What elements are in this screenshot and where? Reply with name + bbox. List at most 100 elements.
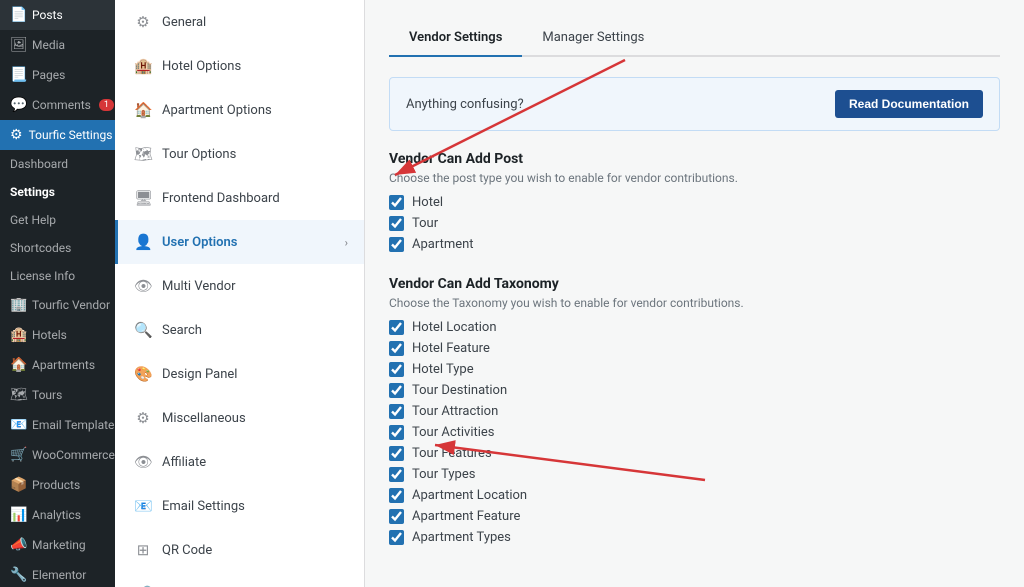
menu-icon: 🖥 [134,189,152,207]
taxonomy-checkbox[interactable] [389,362,404,377]
menu-label: User Options [162,235,237,250]
settings-menu: ⚙General🏨Hotel Options🏠Apartment Options… [115,0,365,587]
menu-label: General [162,15,206,30]
taxonomy-checkbox[interactable] [389,425,404,440]
sidebar-item-settings[interactable]: Settings [0,178,115,206]
menu-icon: 🗺 [134,145,152,163]
menu-item-design-panel[interactable]: 🎨Design Panel [115,352,364,396]
menu-item-affiliate[interactable]: 👁Affiliate [115,440,364,484]
menu-icon: 🎨 [134,365,152,383]
taxonomy-checkbox-item: Apartment Types [389,530,1000,545]
sidebar-label: Settings [10,185,55,199]
sidebar-item-email-templates[interactable]: 📧Email Templates [0,410,115,440]
post-checkbox-label[interactable]: Apartment [412,237,474,252]
tab-vendor-settings[interactable]: Vendor Settings [389,20,522,57]
sidebar-label: Marketing [32,538,86,552]
taxonomy-checkbox-label[interactable]: Tour Activities [412,425,495,440]
taxonomy-checkbox-label[interactable]: Tour Features [412,446,492,461]
menu-item-user-options[interactable]: 👤User Options› [115,220,364,264]
sidebar-item-tours[interactable]: 🗺Tours [0,380,115,410]
taxonomy-checkbox-label[interactable]: Hotel Type [412,362,474,377]
sidebar-label: Tourfic Settings [29,128,113,142]
sidebar-item-apartments[interactable]: 🏠Apartments [0,350,115,380]
vendor-add-taxonomy-desc: Choose the Taxonomy you wish to enable f… [389,296,1000,310]
tab-manager-settings[interactable]: Manager Settings [522,20,664,57]
post-checkbox[interactable] [389,237,404,252]
menu-icon: ⊞ [134,541,152,559]
sidebar-item-comments[interactable]: 💬Comments1 [0,90,115,120]
taxonomy-checkbox-label[interactable]: Hotel Location [412,320,497,335]
sidebar-item-shortcodes[interactable]: Shortcodes [0,234,115,262]
sidebar-label: Media [32,38,65,52]
menu-item-frontend-dashboard[interactable]: 🖥 Frontend Dashboard [115,176,364,220]
read-documentation-button[interactable]: Read Documentation [835,90,983,118]
taxonomy-checkbox[interactable] [389,320,404,335]
taxonomy-checkbox[interactable] [389,530,404,545]
menu-label: Search [162,323,202,338]
taxonomy-checkbox[interactable] [389,341,404,356]
taxonomy-checkbox-label[interactable]: Hotel Feature [412,341,490,356]
taxonomy-checkbox-item: Tour Destination [389,383,1000,398]
vendor-add-post-section: Vendor Can Add Post Choose the post type… [389,151,1000,252]
taxonomy-checkbox-label[interactable]: Apartment Feature [412,509,520,524]
chevron-right-icon: › [345,236,348,249]
vendor-add-taxonomy-section: Vendor Can Add Taxonomy Choose the Taxon… [389,276,1000,545]
sidebar-item-tourfic-settings[interactable]: ⚙ Tourfic Settings [0,120,115,150]
sidebar-item-media[interactable]: 🖼Media [0,30,115,60]
sidebar-icon: ⚙ [10,127,23,143]
menu-item-qr-code[interactable]: ⊞ QR Code [115,528,364,572]
menu-icon: 📧 [134,497,152,515]
sidebar-icon: 🔧 [10,567,26,583]
taxonomy-checkbox-label[interactable]: Tour Types [412,467,475,482]
post-checkbox-label[interactable]: Tour [412,216,438,231]
taxonomy-checkbox-label[interactable]: Tour Destination [412,383,507,398]
taxonomy-checkbox[interactable] [389,383,404,398]
menu-item-general[interactable]: ⚙General [115,0,364,44]
post-checkbox[interactable] [389,216,404,231]
sidebar-item-tourfic-vendor[interactable]: 🏢Tourfic Vendor [0,290,115,320]
sidebar-item-posts[interactable]: 📄Posts [0,0,115,30]
menu-item-miscellaneous[interactable]: ⚙ Miscellaneous [115,396,364,440]
taxonomy-checkbox-label[interactable]: Apartment Types [412,530,511,545]
taxonomy-checkbox-label[interactable]: Apartment Location [412,488,527,503]
taxonomy-checkbox[interactable] [389,446,404,461]
menu-icon: ⚙ [134,409,152,427]
menu-item-hotel-options[interactable]: 🏨Hotel Options [115,44,364,88]
menu-item-email-settings[interactable]: 📧 Email Settings [115,484,364,528]
menu-label: QR Code [162,543,212,558]
sidebar-item-dashboard[interactable]: Dashboard [0,150,115,178]
taxonomy-checkbox[interactable] [389,509,404,524]
menu-icon: 🔍 [134,321,152,339]
taxonomy-checkbox[interactable] [389,467,404,482]
sidebar-label: Elementor [32,568,86,582]
sidebar-label: Tours [32,388,62,402]
menu-item-tour-options[interactable]: 🗺Tour Options [115,132,364,176]
menu-icon: 👁 [134,453,152,471]
menu-item-multi-vendor[interactable]: 👁Multi Vendor [115,264,364,308]
menu-item-apartment-options[interactable]: 🏠Apartment Options [115,88,364,132]
menu-label: Hotel Options [162,59,241,74]
taxonomy-checkbox-item: Hotel Feature [389,341,1000,356]
sidebar-item-marketing[interactable]: 📣 Marketing [0,530,115,560]
sidebar-label: Shortcodes [10,241,71,255]
menu-label: Miscellaneous [162,411,246,426]
sidebar-item-get-help[interactable]: Get Help [0,206,115,234]
sidebar-item-hotels[interactable]: 🏨Hotels [0,320,115,350]
menu-label: Frontend Dashboard [162,191,280,206]
menu-item-integration[interactable]: 🔗Integration [115,572,364,587]
post-checkbox[interactable] [389,195,404,210]
sidebar-item-elementor[interactable]: 🔧 Elementor [0,560,115,587]
menu-label: Apartment Options [162,103,272,118]
taxonomy-checkbox[interactable] [389,488,404,503]
sidebar-item-license-info[interactable]: License Info [0,262,115,290]
taxonomy-checkbox-label[interactable]: Tour Attraction [412,404,498,419]
sidebar-item-analytics[interactable]: 📊Analytics [0,500,115,530]
sidebar-item-woocommerce[interactable]: 🛒WooCommerce [0,440,115,470]
taxonomy-checkbox[interactable] [389,404,404,419]
sidebar-icon: 📣 [10,537,26,553]
sidebar-item-pages[interactable]: 📃Pages [0,60,115,90]
menu-item-search[interactable]: 🔍 Search [115,308,364,352]
menu-label: Email Settings [162,499,245,514]
post-checkbox-label[interactable]: Hotel [412,195,443,210]
sidebar-item-products[interactable]: 📦Products [0,470,115,500]
